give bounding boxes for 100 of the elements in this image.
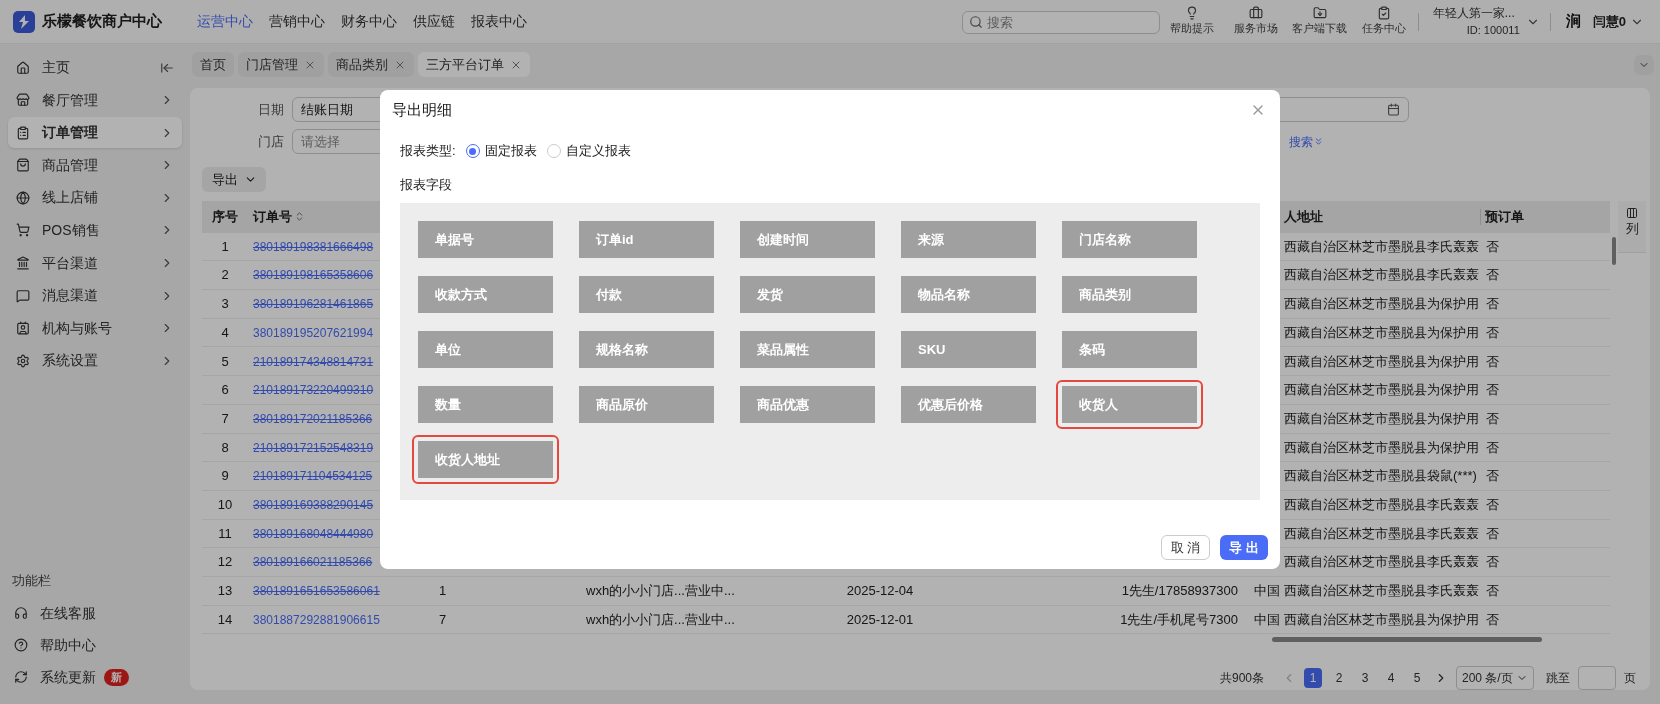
- field-button[interactable]: 单位: [418, 331, 553, 368]
- field-button[interactable]: 规格名称: [579, 331, 714, 368]
- sidebar-item[interactable]: 帮助中心: [8, 629, 182, 661]
- field-button[interactable]: 收款方式: [418, 276, 553, 313]
- sidebar-item[interactable]: 餐厅管理: [8, 84, 182, 116]
- nav-tab[interactable]: 供应链: [413, 11, 455, 32]
- sidebar-item[interactable]: 线上店铺: [8, 182, 182, 214]
- order-link[interactable]: 210189172152548319: [253, 440, 374, 455]
- columns-icon[interactable]: [1626, 206, 1638, 219]
- toolbar-button[interactable]: 帮助提示: [1159, 6, 1224, 37]
- sidebar-item[interactable]: 平台渠道: [8, 247, 182, 279]
- sidebar-item[interactable]: 消息渠道: [8, 280, 182, 312]
- cancel-button[interactable]: 取 消: [1161, 535, 1210, 560]
- field-button[interactable]: 菜品属性: [740, 331, 875, 368]
- scrollbar-thumb[interactable]: [1272, 636, 1542, 642]
- field-button[interactable]: SKU: [901, 331, 1036, 368]
- globe-icon: [16, 190, 30, 205]
- sidebar-item[interactable]: 主页: [8, 52, 182, 83]
- toolbar-button[interactable]: 服务市场: [1223, 6, 1288, 37]
- table-cell-text: 西藏自治区林芝市墨脱县为保护用: [1284, 295, 1479, 314]
- order-link[interactable]: 380189195207621994: [253, 325, 374, 340]
- page-tab[interactable]: 首页: [192, 52, 234, 77]
- report-type-radio[interactable]: 自定义报表: [546, 141, 631, 161]
- column-header: 序号: [212, 207, 238, 226]
- cart-icon: [16, 223, 30, 238]
- export-dropdown-button[interactable]: 导出: [202, 167, 266, 192]
- order-link[interactable]: 380189196281461865: [253, 297, 374, 312]
- sidebar-item[interactable]: POS销售: [8, 214, 182, 246]
- chat-icon: [16, 288, 30, 303]
- field-button[interactable]: 门店名称: [1062, 221, 1197, 258]
- table-cell-text: 否: [1486, 409, 1499, 428]
- field-button[interactable]: 发货: [740, 276, 875, 313]
- help-icon: [14, 638, 28, 652]
- field-button[interactable]: 商品原价: [579, 386, 714, 423]
- sidebar-item[interactable]: 在线客服: [8, 597, 182, 629]
- collapse-icon[interactable]: [160, 60, 174, 75]
- search-field[interactable]: 搜索: [961, 11, 1160, 34]
- nav-tab[interactable]: 财务中心: [341, 11, 397, 32]
- sidebar-item[interactable]: 系统设置: [8, 345, 182, 377]
- order-link[interactable]: 210189171104534125: [253, 469, 373, 484]
- refresh-icon: [14, 670, 28, 684]
- field-button[interactable]: 条码: [1062, 331, 1197, 368]
- section-title: 报表字段: [400, 176, 452, 195]
- order-link[interactable]: 380189166021185366: [253, 555, 373, 570]
- settings-icon: [16, 353, 30, 368]
- order-link[interactable]: 210189174348814731: [253, 354, 374, 369]
- sidebar-item[interactable]: 订单管理: [8, 117, 182, 149]
- page-tab[interactable]: 门店管理: [238, 52, 324, 77]
- nav-tab[interactable]: 报表中心: [471, 11, 527, 32]
- page-button[interactable]: 2: [1330, 667, 1348, 688]
- toolbar-button[interactable]: 客户端下载: [1287, 6, 1352, 37]
- field-button[interactable]: 商品优惠: [740, 386, 875, 423]
- order-link[interactable]: 380189172021185366: [253, 411, 373, 426]
- sidebar-item[interactable]: 商品管理: [8, 149, 182, 181]
- total-count: 共900条: [1219, 669, 1264, 687]
- page-button[interactable]: 4: [1382, 667, 1400, 688]
- sort-icon[interactable]: [294, 211, 305, 223]
- page-tab[interactable]: 商品类别: [328, 52, 414, 77]
- order-link[interactable]: 3801887292881906615: [253, 612, 380, 627]
- order-link[interactable]: 380189198165358606: [253, 268, 374, 283]
- order-link[interactable]: 210189173220499310: [253, 383, 374, 398]
- order-link[interactable]: 3801891651653586061: [253, 584, 380, 599]
- toolbar-button[interactable]: 任务中心: [1351, 6, 1416, 37]
- table-cell-text: 5: [221, 352, 229, 371]
- sidebar-item[interactable]: 系统更新 新: [8, 661, 182, 693]
- page-tab[interactable]: 三方平台订单: [418, 52, 530, 77]
- page-size-select[interactable]: 200 条/页: [1456, 665, 1534, 690]
- user-name[interactable]: 闫慧0: [1592, 11, 1626, 32]
- order-link[interactable]: 380189169388290145: [253, 497, 374, 512]
- column-settings-label[interactable]: 列: [1625, 218, 1639, 239]
- page-button[interactable]: 3: [1356, 667, 1374, 688]
- field-button[interactable]: 数量: [418, 386, 553, 423]
- field-button[interactable]: 单据号: [418, 221, 553, 258]
- headset-icon: [14, 606, 28, 620]
- page-input[interactable]: [1578, 665, 1616, 690]
- sidebar-item[interactable]: 机构与账号: [8, 312, 182, 344]
- field-button[interactable]: 来源: [901, 221, 1036, 258]
- search-link[interactable]: 搜索: [1289, 132, 1324, 151]
- page-button[interactable]: 5: [1408, 667, 1426, 688]
- order-link[interactable]: 380189198381666498: [253, 239, 374, 254]
- field-button[interactable]: 优惠后价格: [901, 386, 1036, 423]
- table-cell-text: 否: [1486, 323, 1499, 342]
- field-button[interactable]: 收货人: [1062, 386, 1197, 423]
- report-type-radio[interactable]: 固定报表: [465, 141, 537, 161]
- page-button[interactable]: 1: [1304, 667, 1322, 688]
- order-link[interactable]: 380189168048444980: [253, 526, 374, 541]
- field-button[interactable]: 物品名称: [901, 276, 1036, 313]
- export-button[interactable]: 导 出: [1220, 535, 1268, 560]
- filter-label: 日期: [257, 100, 284, 119]
- account-name: 年轻人第一家...: [1432, 5, 1516, 23]
- field-button[interactable]: 商品类别: [1062, 276, 1197, 313]
- field-button[interactable]: 付款: [579, 276, 714, 313]
- field-button[interactable]: 订单id: [579, 221, 714, 258]
- tabs-menu-button[interactable]: [1634, 54, 1654, 75]
- table-cell-text: 7: [221, 409, 229, 428]
- scrollbar-thumb[interactable]: [1612, 236, 1616, 265]
- nav-tab[interactable]: 运营中心: [197, 11, 253, 32]
- nav-tab[interactable]: 营销中心: [269, 11, 325, 32]
- field-button[interactable]: 创建时间: [740, 221, 875, 258]
- field-button[interactable]: 收货人地址: [418, 441, 553, 478]
